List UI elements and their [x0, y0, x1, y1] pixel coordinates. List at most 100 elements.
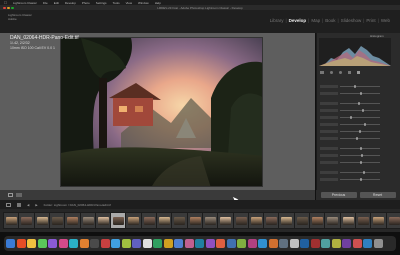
module-book[interactable]: Book [325, 18, 335, 23]
thumbnail-image [266, 217, 278, 225]
menu-view[interactable]: View [126, 1, 132, 5]
trash-icon[interactable] [373, 239, 383, 248]
thumbnail-image [21, 217, 33, 225]
slider-temp[interactable] [320, 85, 390, 88]
numbers-icon[interactable] [331, 239, 341, 248]
filmstrip-thumbnail[interactable] [385, 212, 400, 229]
downloads-icon[interactable] [363, 239, 372, 248]
slider-blacks[interactable] [320, 137, 390, 140]
menu-app[interactable]: Lightroom Classic [13, 1, 37, 5]
thumbnail-image [51, 217, 63, 225]
module-develop[interactable]: Develop [289, 18, 307, 23]
zoom-icon[interactable] [11, 6, 14, 9]
slider-highlights[interactable] [320, 116, 390, 119]
minimize-icon[interactable] [7, 6, 10, 9]
redeye-icon[interactable] [339, 71, 342, 74]
heal-icon[interactable] [330, 71, 333, 74]
slider-tint[interactable] [320, 92, 390, 95]
thumbnail-image [159, 217, 170, 225]
thumbnail-image [250, 217, 262, 225]
back-arrow-icon[interactable]: ◀ [27, 203, 29, 207]
news-icon[interactable] [289, 239, 299, 248]
tv-icon[interactable] [153, 239, 162, 248]
preview-icon[interactable] [268, 239, 278, 248]
slack-icon[interactable] [216, 239, 225, 248]
slider-contrast[interactable] [320, 109, 390, 112]
mail-icon[interactable] [48, 239, 57, 248]
slider-shadows[interactable] [320, 123, 390, 126]
secondary-display-icon[interactable] [6, 202, 11, 207]
module-print[interactable]: Print [366, 18, 375, 23]
previous-button[interactable]: Previous [320, 192, 357, 198]
slider-clarity[interactable] [320, 154, 390, 157]
crop-icon[interactable] [320, 71, 324, 74]
photo-info-line3: 10mm ISO 100 Cali EV 0.0 1 [10, 45, 55, 50]
xcode-icon[interactable] [352, 239, 362, 248]
music-icon[interactable] [132, 239, 141, 248]
calendar-icon[interactable] [90, 239, 99, 248]
slider-dehaze[interactable] [320, 161, 390, 164]
before-after-icon[interactable] [16, 193, 22, 197]
menu-window[interactable]: Window [138, 1, 149, 5]
chrome-icon[interactable] [205, 239, 215, 248]
slider-whites[interactable] [320, 130, 390, 133]
safari-icon[interactable] [27, 239, 36, 248]
photoshop-icon[interactable] [195, 239, 204, 248]
module-map[interactable]: Map [311, 18, 320, 23]
launchpad-icon[interactable] [16, 239, 26, 248]
menu-help[interactable]: Help [155, 1, 161, 5]
podcasts-icon[interactable] [142, 239, 152, 248]
module-web[interactable]: Web [381, 18, 390, 23]
books-icon[interactable] [279, 239, 288, 248]
photo-info-overlay: DAN_02064-HDR-Pano-Edit.tif 1/-42, 2/2/3… [10, 36, 79, 50]
close-icon[interactable] [3, 6, 6, 9]
messages-icon[interactable] [37, 239, 47, 248]
menu-file[interactable]: File [43, 1, 48, 5]
photo-preview[interactable] [60, 37, 263, 187]
zoom-icon[interactable] [226, 239, 236, 248]
pages-icon[interactable] [342, 239, 351, 248]
facetime-icon[interactable] [79, 239, 89, 248]
thumbnail-image [296, 217, 308, 225]
grid-icon[interactable] [17, 202, 21, 207]
lightroom-icon[interactable] [184, 239, 194, 248]
slider-exposure[interactable] [320, 102, 390, 105]
home-icon[interactable] [310, 239, 320, 248]
appstore-icon[interactable] [163, 239, 173, 248]
menu-develop[interactable]: Develop [65, 1, 76, 5]
menu-tools[interactable]: Tools [113, 1, 120, 5]
finder-icon[interactable] [6, 239, 15, 248]
maps-icon[interactable] [58, 239, 68, 248]
filmstrip-source[interactable]: Folder: Lightroom / DAN_02064-HDR-Pano-E… [44, 203, 111, 207]
reset-button[interactable]: Reset [359, 192, 396, 198]
menu-edit[interactable]: Edit [54, 1, 59, 5]
thumbnail-image [143, 217, 155, 225]
photos-icon[interactable] [69, 239, 78, 248]
terminal-icon[interactable] [247, 239, 257, 248]
loupe-view-icon[interactable] [8, 193, 13, 197]
menu-settings[interactable]: Settings [96, 1, 107, 5]
stocks-icon[interactable] [300, 239, 309, 248]
keynote-icon[interactable] [321, 239, 330, 248]
spotify-icon[interactable] [237, 239, 246, 248]
thumbnail-image [220, 217, 232, 225]
finder-window-icon[interactable] [258, 239, 267, 248]
settings-icon[interactable] [174, 239, 183, 248]
treehouse-photo [61, 38, 262, 186]
thumbnail-image [388, 217, 400, 225]
contacts-icon[interactable] [100, 239, 110, 248]
identity-plate: Lightroom Classic Adobe [8, 13, 32, 21]
menu-photo[interactable]: Photo [82, 1, 90, 5]
module-slideshow[interactable]: Slideshow [341, 18, 362, 23]
notes-icon[interactable] [121, 239, 131, 248]
thumbnail-image [82, 217, 94, 225]
slider-texture[interactable] [320, 147, 390, 150]
forward-arrow-icon[interactable]: ▶ [35, 203, 37, 207]
slider-vibrance[interactable] [320, 171, 390, 174]
brush-icon[interactable] [357, 71, 360, 74]
module-library[interactable]: Library [270, 18, 284, 23]
mask-icon[interactable] [348, 71, 351, 74]
slider-saturation[interactable] [320, 178, 390, 181]
reminders-icon[interactable] [111, 239, 120, 248]
histogram [319, 38, 391, 66]
